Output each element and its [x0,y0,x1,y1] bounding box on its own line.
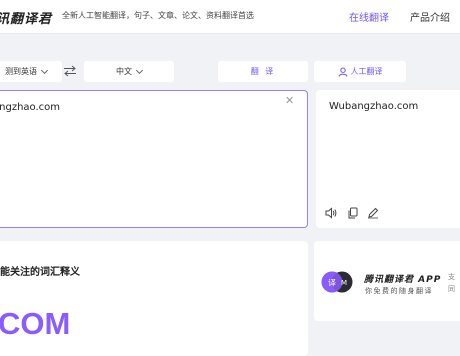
source-language-label: 测到英语 [5,67,37,76]
source-language-select[interactable]: 测到英语 [0,61,62,82]
dictionary-word: COM [0,306,71,341]
chevron-down-icon [135,66,144,74]
human-translate-label: 人工翻译 [350,67,383,76]
person-icon [338,67,347,77]
vocabulary-title: 能关注的词汇释义 [0,267,80,278]
side-text-2: 同 [448,285,455,293]
copy-icon[interactable] [347,207,359,219]
side-text-1: 支 [448,273,455,281]
translate-button[interactable]: 翻 译 [218,61,308,82]
app-logo[interactable]: 讯翻译君 [0,8,52,27]
target-language-select[interactable]: 中文 [84,61,174,82]
translation-result-panel: Wubangzhao.com [316,90,460,228]
translation-text: Wubangzhao.com [329,101,419,112]
top-header: 讯翻译君 全新人工智能翻译，句子、文章、论文、资料翻译首选 在线翻译 产品介绍 [0,0,460,34]
header-slogan: 全新人工智能翻译，句子、文章、论文、资料翻译首选 [62,11,254,20]
svg-text:译: 译 [328,279,336,288]
svg-text:M: M [341,279,347,287]
translator-app-logo-icon: 译 M [321,271,353,293]
chevron-down-icon [40,66,49,74]
edit-pencil-icon[interactable] [367,207,379,219]
human-translate-button[interactable]: 人工翻译 [314,61,406,82]
app-promo-subtitle: 你免费的随身翻译 [365,287,433,295]
target-language-label: 中文 [116,67,132,76]
nav-product-intro[interactable]: 产品介绍 [410,9,450,24]
close-icon[interactable]: ✕ [285,94,294,107]
app-promo-card[interactable]: 译 M 腾讯翻译君 APP 你免费的随身翻译 支 同 [314,241,460,321]
nav-online-translate[interactable]: 在线翻译 [349,9,389,24]
app-promo-title: 腾讯翻译君 APP [364,275,442,285]
source-text-area[interactable]: angzhao.com ✕ [0,90,308,228]
speaker-icon[interactable] [325,207,337,219]
source-text[interactable]: angzhao.com [0,102,60,113]
swap-languages-icon[interactable] [63,64,77,78]
